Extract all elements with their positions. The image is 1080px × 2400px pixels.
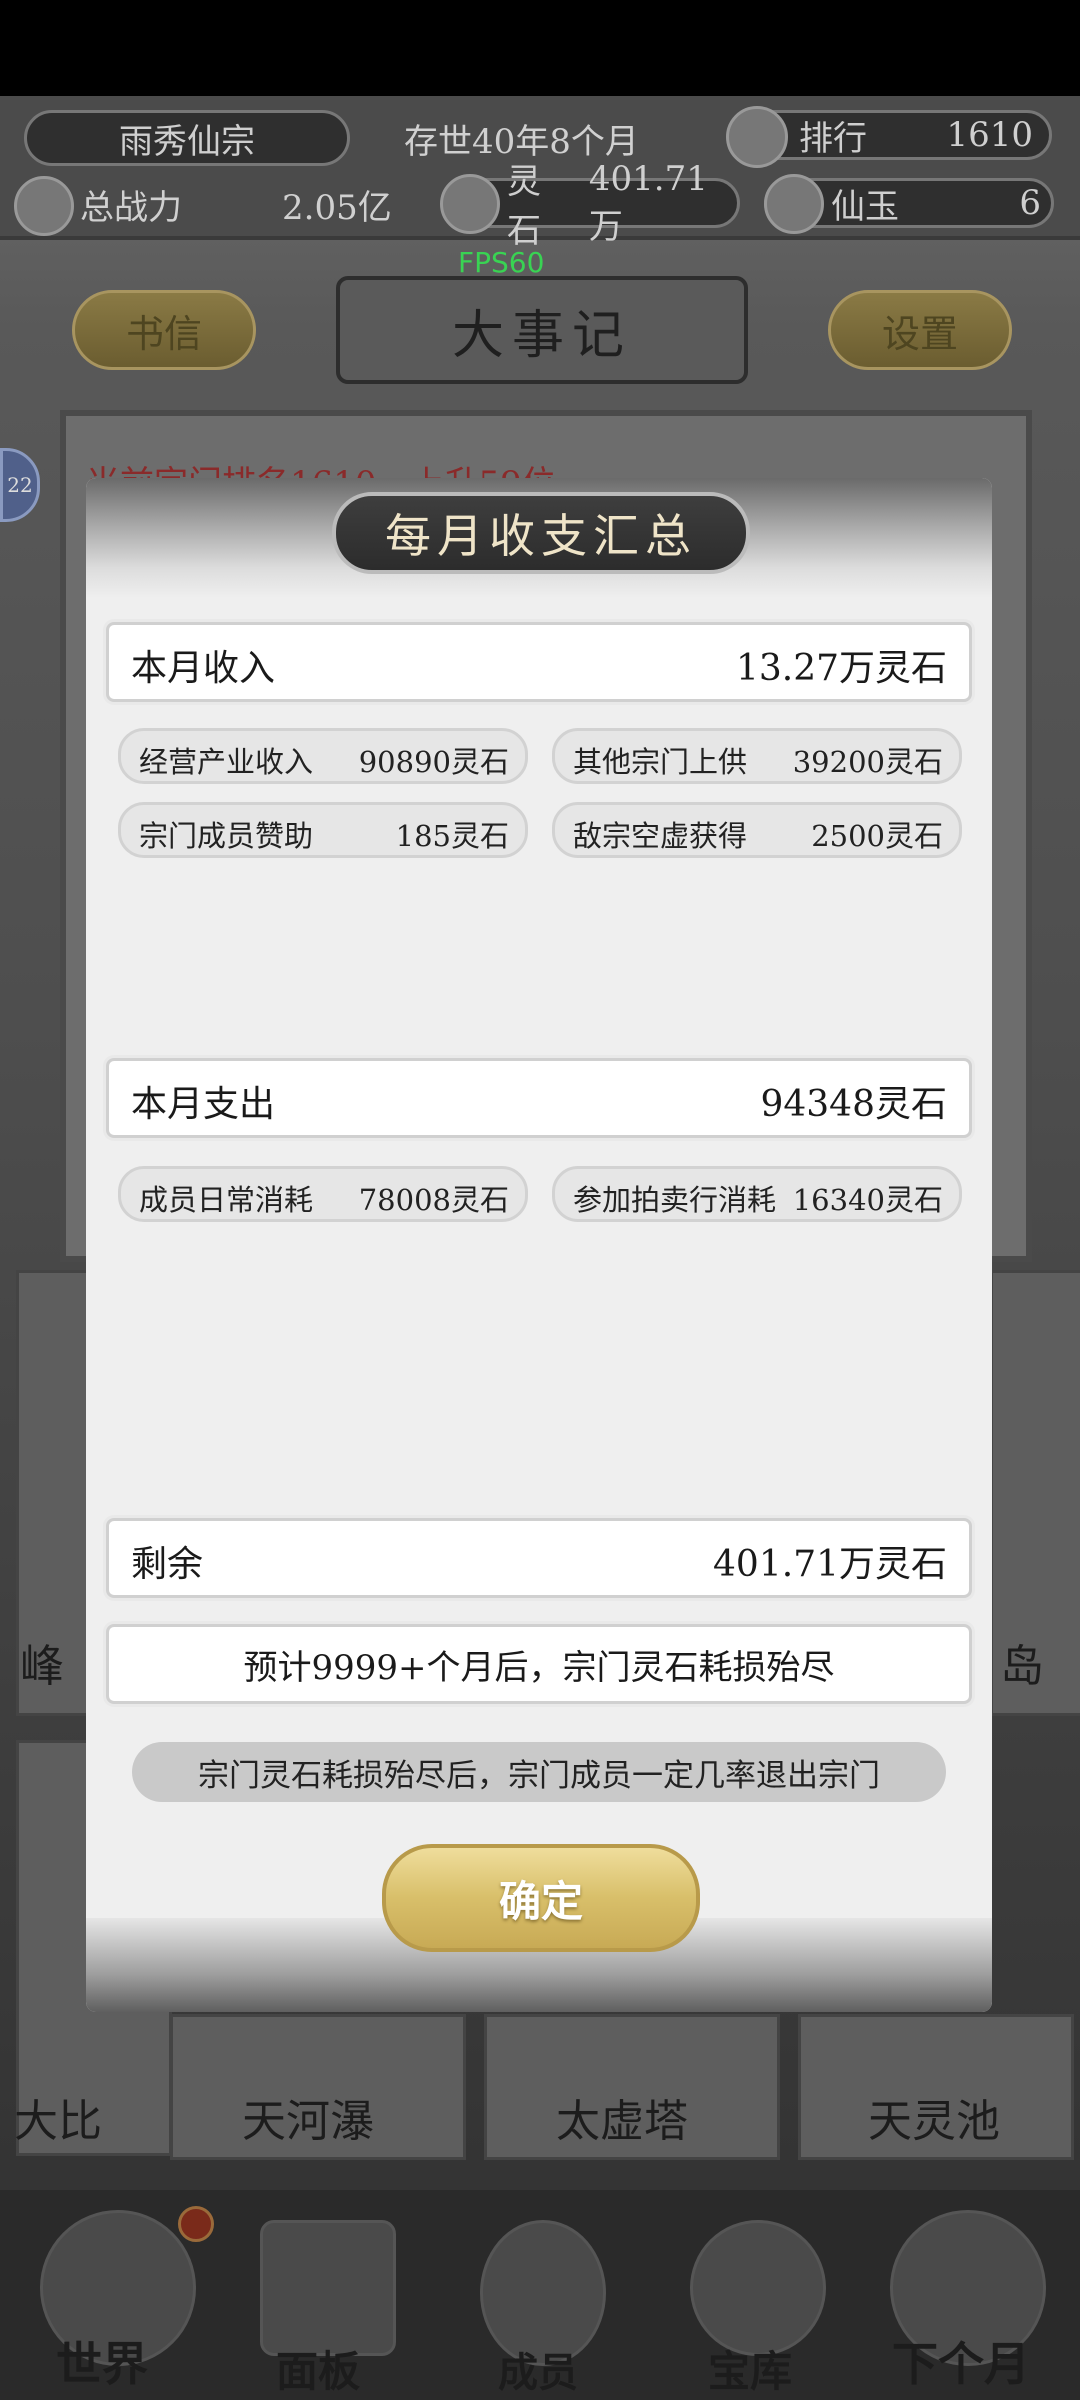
income-item: 其他宗门上供 39200灵石 [552, 728, 962, 784]
nav-members[interactable]: 成员 [498, 2340, 578, 2398]
dialog-title: 每月收支汇总 [385, 509, 697, 563]
income-item: 敌宗空虚获得 2500灵石 [552, 802, 962, 858]
side-badge-count: 22 [7, 473, 33, 497]
nav-treasury[interactable]: 宝库 [708, 2338, 792, 2399]
status-bar [0, 0, 1080, 96]
expense-item: 参加拍卖行消耗 16340灵石 [552, 1166, 962, 1222]
jade-value: 6 [1019, 183, 1041, 223]
power-icon [14, 176, 74, 236]
confirm-label: 确定 [498, 1876, 583, 1926]
bottom-nav: 世界 面板 成员 宝库 下个月 [0, 2190, 1080, 2400]
income-total: 13.27万灵石 [735, 648, 947, 689]
income-item-value: 90890灵石 [358, 745, 509, 779]
income-item-value: 2500灵石 [811, 819, 943, 853]
expense-summary: 本月支出 94348灵石 [106, 1058, 972, 1138]
income-item-label: 其他宗门上供 [573, 745, 748, 779]
spirit-stone-icon [440, 174, 500, 234]
events-title-board: 大事记 [336, 276, 748, 384]
remaining-label: 剩余 [131, 1544, 204, 1585]
letters-label: 书信 [125, 311, 202, 356]
warning-text: 宗门灵石耗损殆尽后，宗门成员一定几率退出宗门 [198, 1757, 880, 1794]
confirm-button[interactable]: 确定 [382, 1844, 700, 1952]
settings-button[interactable]: 设置 [828, 290, 1012, 370]
dialog-title-plate: 每月收支汇总 [332, 492, 750, 574]
expense-item: 成员日常消耗 78008灵石 [118, 1166, 528, 1222]
power-value: 2.05亿 [282, 188, 392, 228]
income-item-value: 185灵石 [395, 819, 509, 853]
expense-label: 本月支出 [131, 1084, 276, 1125]
settings-label: 设置 [881, 311, 958, 356]
expense-item-label: 成员日常消耗 [139, 1183, 314, 1217]
income-item-value: 39200灵石 [792, 745, 943, 779]
place-label-tower: 太虚塔 [556, 2096, 688, 2147]
expense-total: 94348灵石 [760, 1084, 947, 1125]
notification-dot [178, 2206, 214, 2242]
income-item-label: 经营产业收入 [139, 745, 314, 779]
building-label-peak: 峰 [20, 1641, 64, 1692]
fps-counter: FPS60 [458, 246, 545, 279]
sect-name: 雨秀仙宗 [119, 121, 255, 162]
remaining-total: 401.71万灵石 [713, 1544, 947, 1585]
sect-name-plate: 雨秀仙宗 [24, 110, 350, 166]
nav-next-month[interactable]: 下个月 [892, 2328, 1030, 2394]
rank-value: 1610 [946, 115, 1033, 155]
stones-value: 401.71万 [588, 158, 708, 247]
nav-world[interactable]: 世界 [56, 2328, 148, 2394]
depletion-warning: 宗门灵石耗损殆尽后，宗门成员一定几率退出宗门 [132, 1742, 946, 1802]
expense-item-label: 参加拍卖行消耗 [573, 1183, 777, 1217]
nav-panel[interactable]: 面板 [276, 2338, 360, 2399]
income-item-label: 宗门成员赞助 [139, 819, 314, 853]
income-item-label: 敌宗空虚获得 [573, 819, 748, 853]
panel-icon [260, 2220, 396, 2356]
treasury-icon [690, 2220, 826, 2356]
place-label-pool: 天灵池 [868, 2096, 1000, 2147]
jade-label: 仙玉 [831, 186, 899, 227]
stones-label: 灵石 [507, 162, 541, 251]
letters-button[interactable]: 书信 [72, 290, 256, 370]
rank-label: 排行 [799, 118, 867, 159]
depletion-forecast: 预计9999+个月后，宗门灵石耗损殆尽 [106, 1624, 972, 1704]
income-item: 经营产业收入 90890灵石 [118, 728, 528, 784]
expense-item-value: 78008灵石 [358, 1183, 509, 1217]
forecast-text: 预计9999+个月后，宗门灵石耗损殆尽 [243, 1647, 835, 1688]
building-label-island: 岛 [1000, 1641, 1044, 1692]
events-title: 大事记 [451, 305, 632, 366]
top-resource-bar: 雨秀仙宗 存世40年8个月 排行 1610 总战力 2.05亿 灵石 401.7… [0, 96, 1080, 251]
income-item: 宗门成员赞助 185灵石 [118, 802, 528, 858]
place-label-river: 天河瀑 [242, 2096, 374, 2147]
income-label: 本月收入 [131, 648, 276, 689]
income-summary: 本月收入 13.27万灵石 [106, 622, 972, 702]
expense-item-value: 16340灵石 [792, 1183, 943, 1217]
place-label-tournament: 大比 [14, 2096, 102, 2147]
jade-icon [764, 174, 824, 234]
monthly-summary-dialog: 每月收支汇总 本月收入 13.27万灵石 经营产业收入 90890灵石 其他宗门… [86, 478, 992, 2012]
remaining-summary: 剩余 401.71万灵石 [106, 1518, 972, 1598]
power-label: 总战力 [80, 188, 182, 228]
